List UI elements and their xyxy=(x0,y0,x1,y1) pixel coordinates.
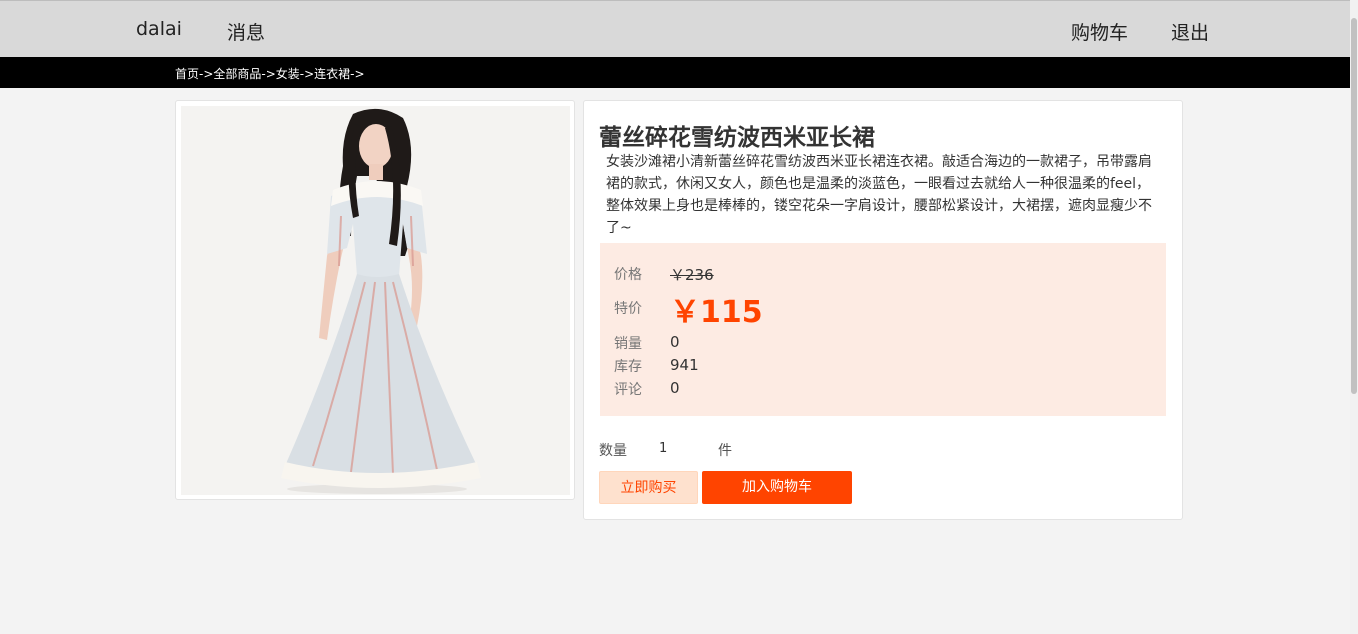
breadcrumb-bar: 首页->全部商品->女装->连衣裙-> xyxy=(0,57,1350,88)
cart-link[interactable]: 购物车 xyxy=(1071,18,1128,45)
username-link[interactable]: dalai xyxy=(136,18,182,40)
sale-price-label: 特价 xyxy=(614,301,642,317)
sales-value: 0 xyxy=(670,333,680,351)
page-scrollbar[interactable] xyxy=(1350,0,1358,634)
price-label: 价格 xyxy=(614,267,642,283)
buy-now-button[interactable]: 立即购买 xyxy=(599,471,698,504)
product-title: 蕾丝碎花雪纺波西米亚长裙 xyxy=(599,125,875,151)
stock-value: 941 xyxy=(670,356,699,374)
product-description: 女装沙滩裙小清新蕾丝碎花雪纺波西米亚长裙连衣裙。敲适合海边的一款裙子，吊带露肩裙… xyxy=(606,154,1152,236)
dress-model-image xyxy=(181,106,570,495)
product-photo[interactable] xyxy=(181,106,570,495)
add-to-cart-button[interactable]: 加入购物车 xyxy=(702,471,852,504)
top-navbar: dalai 消息 购物车 退出 xyxy=(0,0,1350,57)
quantity-unit: 件 xyxy=(718,443,732,459)
scrollbar-thumb[interactable] xyxy=(1351,18,1357,394)
quantity-input[interactable]: 1 xyxy=(659,441,667,456)
breadcrumb[interactable]: 首页->全部商品->女装->连衣裙-> xyxy=(175,65,365,82)
product-info-card: 蕾丝碎花雪纺波西米亚长裙 女装沙滩裙小清新蕾丝碎花雪纺波西米亚长裙连衣裙。敲适合… xyxy=(583,100,1183,520)
quantity-label: 数量 xyxy=(599,443,627,459)
stock-label: 库存 xyxy=(614,359,642,375)
reviews-label: 评论 xyxy=(614,382,642,398)
sales-label: 销量 xyxy=(614,336,642,352)
messages-link[interactable]: 消息 xyxy=(227,18,265,45)
reviews-value: 0 xyxy=(670,379,680,397)
original-price: ￥236 xyxy=(670,266,714,284)
logout-link[interactable]: 退出 xyxy=(1171,18,1209,45)
product-image-card xyxy=(175,100,575,500)
price-panel: 价格 ￥236 特价 ￥115 销量 0 库存 941 评论 0 xyxy=(600,243,1166,416)
sale-price: ￥115 xyxy=(670,295,763,330)
